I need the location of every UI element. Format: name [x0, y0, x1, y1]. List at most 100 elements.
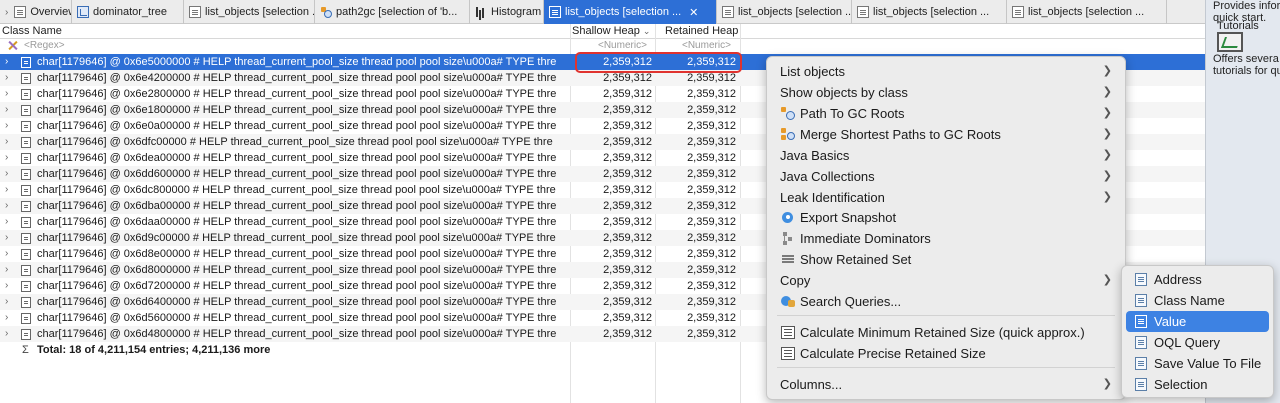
expand-chevron-icon[interactable]: ›	[5, 150, 8, 166]
row-class-name: char[1179646] @ 0x6e0a00000 # HELP threa…	[37, 120, 557, 132]
row-class-name: char[1179646] @ 0x6dfc00000 # HELP threa…	[37, 136, 553, 148]
table-header: Class Name Shallow Heap ⌄ Retained Heap	[0, 24, 1205, 39]
menu-item-path-to-gc-roots[interactable]: Path To GC Roots ❯	[772, 103, 1120, 124]
array-object-icon	[21, 153, 31, 164]
chevron-right-icon: ❯	[1102, 86, 1112, 98]
menu-item-copy[interactable]: Copy ❯	[772, 270, 1120, 291]
expand-chevron-icon[interactable]: ›	[5, 166, 8, 182]
tab-list-objects-5[interactable]: list_objects [selection ...	[1007, 0, 1167, 24]
array-object-icon	[21, 281, 31, 292]
expand-chevron-icon[interactable]: ›	[5, 326, 8, 342]
expand-chevron-icon[interactable]: ›	[5, 198, 8, 214]
menu-item-list-objects[interactable]: List objects ❯	[772, 61, 1120, 82]
menu-item-label: Export Snapshot	[800, 210, 897, 225]
chevron-right-icon: ❯	[1102, 65, 1112, 77]
expand-chevron-icon[interactable]: ›	[5, 182, 8, 198]
doc-icon	[549, 6, 561, 18]
tab-list-objects-3[interactable]: list_objects [selection ...	[717, 0, 852, 24]
expand-chevron-icon[interactable]: ›	[5, 134, 8, 150]
menu-item-java-basics[interactable]: Java Basics ❯	[772, 145, 1120, 166]
menu-item-columns[interactable]: Columns... ❯	[772, 374, 1120, 395]
column-header-shallow-heap[interactable]: Shallow Heap ⌄	[572, 24, 650, 39]
side-panel-heading-tutorials[interactable]: Tutorials	[1217, 20, 1259, 32]
submenu-item-label: Save Value To File	[1154, 356, 1262, 371]
submenu-item-label: Class Name	[1154, 293, 1225, 308]
close-icon[interactable]: ✕	[689, 6, 698, 19]
menu-item-calc-precise-retained[interactable]: Calculate Precise Retained Size	[772, 343, 1120, 364]
expand-chevron-icon[interactable]: ›	[5, 118, 8, 134]
row-retained-heap: 2,359,312	[687, 136, 736, 148]
path-gc-icon	[320, 6, 332, 18]
retained-heap-filter-input[interactable]: <Numeric>	[682, 40, 731, 51]
expand-chevron-icon[interactable]: ›	[5, 230, 8, 246]
array-object-icon	[21, 73, 31, 84]
expand-chevron-icon[interactable]: ›	[5, 102, 8, 118]
menu-item-leak-identification[interactable]: Leak Identification ❯	[772, 187, 1120, 208]
menu-item-label: Immediate Dominators	[800, 231, 931, 246]
regex-filter-input[interactable]: <Regex>	[24, 40, 65, 51]
search-queries-icon	[781, 295, 795, 308]
menu-item-label: Merge Shortest Paths to GC Roots	[800, 127, 1001, 142]
menu-item-search-queries[interactable]: Search Queries...	[772, 291, 1120, 312]
menu-item-merge-shortest-paths[interactable]: Merge Shortest Paths to GC Roots ❯	[772, 124, 1120, 145]
menu-item-show-objects-by-class[interactable]: Show objects by class ❯	[772, 82, 1120, 103]
row-class-name: char[1179646] @ 0x6daa00000 # HELP threa…	[37, 216, 557, 228]
menu-item-calc-min-retained[interactable]: Calculate Minimum Retained Size (quick a…	[772, 322, 1120, 343]
expand-chevron-icon[interactable]: ›	[5, 70, 8, 86]
copy-doc-icon	[1135, 357, 1147, 370]
tab-list-objects-4[interactable]: list_objects [selection ...	[852, 0, 1007, 24]
copy-doc-icon	[1135, 378, 1147, 391]
submenu-item-oql-query[interactable]: OQL Query	[1126, 332, 1269, 353]
tab-histogram[interactable]: Histogram	[470, 0, 544, 24]
row-retained-heap: 2,359,312	[687, 152, 736, 164]
tab-path2gc[interactable]: path2gc [selection of 'b...	[315, 0, 470, 24]
shallow-heap-filter-input[interactable]: <Numeric>	[598, 40, 647, 51]
submenu-item-address[interactable]: Address	[1126, 269, 1269, 290]
info-icon	[14, 6, 27, 18]
tutorials-icon[interactable]	[1217, 32, 1243, 52]
chevron-right-icon: ❯	[1102, 274, 1112, 286]
row-class-name: char[1179646] @ 0x6dba00000 # HELP threa…	[37, 200, 557, 212]
tab-list-objects-1[interactable]: list_objects [selection ...	[184, 0, 315, 24]
row-retained-heap: 2,359,312	[687, 312, 736, 324]
menu-item-java-collections[interactable]: Java Collections ❯	[772, 166, 1120, 187]
array-object-icon	[21, 105, 31, 116]
submenu-item-save-value-to-file[interactable]: Save Value To File	[1126, 353, 1269, 374]
expand-chevron-icon[interactable]: ›	[5, 246, 8, 262]
menu-item-export-snapshot[interactable]: Export Snapshot	[772, 207, 1120, 228]
column-header-class-name[interactable]: Class Name	[2, 24, 62, 39]
menu-item-immediate-dominators[interactable]: Immediate Dominators	[772, 228, 1120, 249]
submenu-item-class-name[interactable]: Class Name	[1126, 290, 1269, 311]
submenu-item-value[interactable]: Value	[1126, 311, 1269, 332]
expand-chevron-icon[interactable]: ›	[5, 310, 8, 326]
tab-dominator-tree[interactable]: dominator_tree	[72, 0, 184, 24]
row-shallow-heap: 2,359,312	[603, 152, 652, 164]
submenu-item-selection[interactable]: Selection	[1126, 374, 1269, 395]
calculator-icon	[781, 326, 795, 339]
dominators-icon	[781, 232, 795, 245]
expand-chevron-icon[interactable]: ›	[5, 294, 8, 310]
column-header-retained-heap[interactable]: Retained Heap	[665, 24, 738, 39]
expand-chevron-icon[interactable]: ›	[5, 278, 8, 294]
tree-icon	[77, 6, 89, 18]
expand-chevron-icon[interactable]: ›	[5, 214, 8, 230]
expand-chevron-icon[interactable]: ›	[5, 86, 8, 102]
merge-paths-icon	[781, 128, 795, 141]
expand-chevron-icon[interactable]: ›	[5, 54, 8, 70]
row-shallow-heap: 2,359,312	[603, 232, 652, 244]
submenu-item-label: Selection	[1154, 377, 1208, 392]
tab-list-objects-active[interactable]: list_objects [selection ... ✕	[544, 0, 717, 24]
row-shallow-heap: 2,359,312	[603, 296, 652, 308]
row-class-name: char[1179646] @ 0x6d9c00000 # HELP threa…	[37, 232, 556, 244]
export-snapshot-icon	[781, 211, 795, 224]
row-shallow-heap: 2,359,312	[603, 120, 652, 132]
expand-chevron-icon[interactable]: ›	[5, 262, 8, 278]
tab-overview[interactable]: › Overview	[0, 0, 72, 24]
array-object-icon	[21, 169, 31, 180]
row-class-name: char[1179646] @ 0x6d5600000 # HELP threa…	[37, 312, 557, 324]
array-object-icon	[21, 137, 31, 148]
row-shallow-heap: 2,359,312	[603, 216, 652, 228]
row-retained-heap: 2,359,312	[687, 216, 736, 228]
menu-item-show-retained-set[interactable]: Show Retained Set	[772, 249, 1120, 270]
submenu-item-label: Address	[1154, 272, 1202, 287]
